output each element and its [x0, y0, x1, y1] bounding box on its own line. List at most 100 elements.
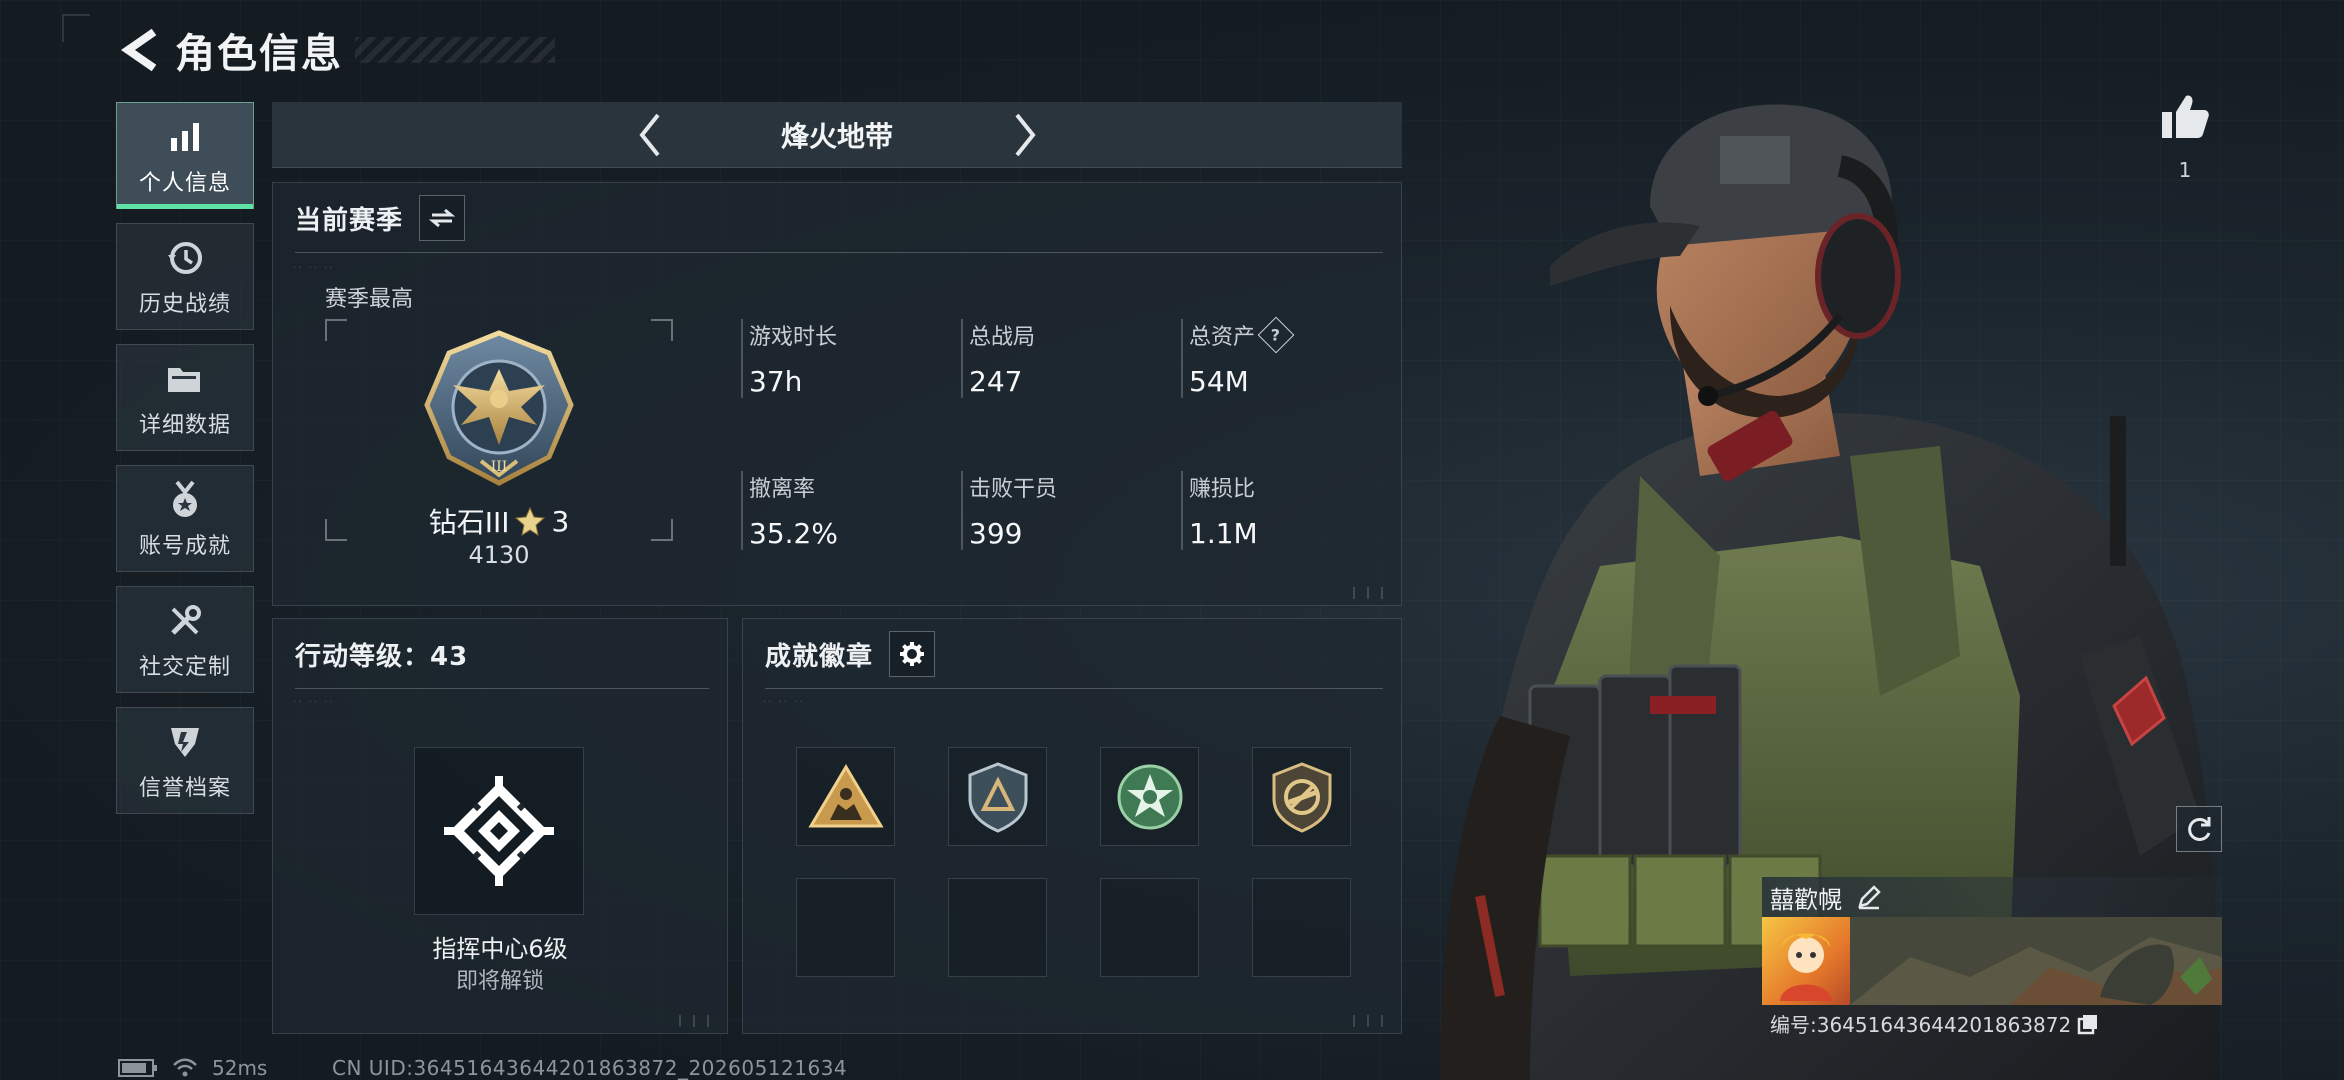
badge-slot-empty[interactable]: [796, 878, 895, 977]
decoration: ·· ·· ··: [293, 697, 335, 708]
stat-play-time: 游戏时长 37h: [741, 319, 837, 398]
diamond-rank-emblem-icon: III: [424, 330, 574, 486]
svg-text:III: III: [491, 459, 508, 475]
stat-label: 赚损比: [1189, 477, 1256, 502]
mode-prev-button[interactable]: [620, 105, 680, 165]
rotate-icon: [2188, 817, 2211, 841]
decoration: [1353, 1015, 1393, 1027]
decoration: ·· ·· ··: [763, 697, 805, 708]
sidebar-item-label: 社交定制: [138, 654, 231, 680]
stat-label: 游戏时长: [749, 325, 838, 350]
corner-decoration: [62, 14, 90, 42]
title-decoration: [355, 37, 555, 63]
mode-title: 烽火地带: [780, 119, 893, 153]
back-button[interactable]: [115, 25, 165, 75]
page-header: 角色信息: [115, 20, 555, 80]
player-banner[interactable]: [1762, 917, 2222, 1005]
stat-operators-defeated: 击败干员 399: [961, 471, 1057, 550]
badge-slot-empty[interactable]: [1100, 878, 1199, 977]
badge-slot-empty[interactable]: [1252, 878, 1351, 977]
stat-value: 1.1M: [1189, 517, 1258, 550]
badge-slot-empty[interactable]: [948, 878, 1047, 977]
gear-icon: [900, 642, 925, 666]
mode-selector: 烽火地带: [272, 102, 1402, 168]
chevron-right-icon: [1014, 113, 1036, 156]
stat-value: 247: [969, 365, 1023, 398]
edit-name-button[interactable]: [1856, 884, 1882, 910]
copy-uid-button[interactable]: [2077, 1013, 2099, 1035]
stat-label: 总资产: [1189, 325, 1256, 350]
player-name-card: 囍歡幌 编号:3645164364420186387​2: [1762, 877, 2222, 1038]
badge-slot[interactable]: [796, 747, 895, 846]
stat-value: 37h: [749, 365, 803, 398]
help-icon[interactable]: ?: [1257, 316, 1295, 354]
badges-panel-header: 成就徽章: [743, 619, 1401, 689]
stat-value: 54M: [1189, 365, 1249, 398]
rotate-model-button[interactable]: [2176, 806, 2222, 852]
stat-total-matches: 总战局 247: [961, 319, 1035, 398]
battery-icon: [118, 1059, 157, 1077]
season-title: 当前赛季: [295, 205, 404, 236]
badge-slot[interactable]: [948, 747, 1047, 846]
badge-slot[interactable]: [1252, 747, 1351, 846]
action-level-title: 行动等级：43: [295, 641, 469, 672]
like-button[interactable]: 1: [2152, 92, 2218, 182]
action-level-panel: 行动等级：43 ·· ·· ·· 指挥中心6级 即将解锁: [272, 618, 728, 1034]
rank-score: 4130: [468, 541, 530, 569]
command-center-tile[interactable]: [414, 747, 584, 915]
sidebar-item-history[interactable]: 历史战绩: [116, 223, 254, 330]
sidebar-item-label: 账号成就: [138, 533, 231, 559]
swap-icon: [429, 208, 456, 228]
sidebar-item-personal-info[interactable]: 个人信息: [116, 102, 254, 209]
badge-grid: [796, 747, 1351, 977]
sidebar-item-achievements[interactable]: 账号成就: [116, 465, 254, 572]
history-clock-icon: [163, 236, 207, 280]
command-center-emblem-icon: [444, 776, 554, 886]
sidebar-item-social-custom[interactable]: 社交定制: [116, 586, 254, 693]
name-row: 囍歡幌: [1762, 877, 2222, 917]
season-switch-button[interactable]: [419, 195, 466, 241]
green-star-badge-icon: [1117, 764, 1182, 829]
sidebar-nav: 个人信息 历史战绩 详细数据 账号成就 社交定制 信誉档案: [116, 102, 254, 828]
bar-chart-icon: [163, 115, 207, 159]
sidebar-item-label: 信誉档案: [138, 775, 231, 801]
sidebar-item-credit-record[interactable]: 信誉档案: [116, 707, 254, 814]
triangle-squad-badge-icon: [807, 763, 884, 827]
like-count: 1: [2178, 158, 2192, 182]
player-uid: 编号:3645164364420186387​2: [1770, 1013, 2072, 1037]
stat-extract-rate: 撤离率 35.2%: [741, 471, 838, 550]
achievement-badges-panel: 成就徽章 ·· ·· ··: [742, 618, 1402, 1034]
back-arrow-icon: [120, 28, 157, 72]
stat-label: 击败干员: [969, 477, 1058, 502]
folder-icon: [163, 357, 207, 401]
sidebar-item-detailed-data[interactable]: 详细数据: [116, 344, 254, 451]
season-best-label: 赛季最高: [325, 287, 414, 312]
page-title: 角色信息: [175, 31, 343, 77]
sidebar-item-label: 个人信息: [138, 170, 231, 196]
player-name: 囍歡幌: [1770, 885, 1842, 914]
thumbs-up-icon: [2162, 95, 2209, 138]
status-bar: 52ms: [118, 1056, 267, 1080]
stat-value: 399: [969, 517, 1023, 550]
credit-shield-icon: [163, 720, 207, 764]
ping-text: 52ms: [212, 1056, 268, 1080]
badge-settings-button[interactable]: [889, 631, 936, 677]
decoration: ·· ·· ··: [293, 263, 335, 274]
badges-title: 成就徽章: [765, 641, 874, 672]
divider: [295, 252, 1383, 253]
stat-label: 总战局: [969, 325, 1036, 350]
no-rifle-badge-icon: [1272, 761, 1331, 833]
stat-label: 撤离率: [749, 477, 816, 502]
season-panel: 当前赛季 ·· ·· ·· 赛季最高 III 钻石III 3 4130 游戏时长…: [272, 182, 1402, 606]
stat-profit-loss-ratio: 赚损比 1.1M: [1181, 471, 1258, 550]
wrench-icon: [163, 599, 207, 643]
mode-next-button[interactable]: [995, 105, 1055, 165]
divider: [295, 688, 709, 689]
decoration: [679, 1015, 719, 1027]
avatar[interactable]: [1762, 917, 1850, 1005]
sidebar-item-label: 历史战绩: [138, 291, 231, 317]
copy-icon: [2077, 1014, 2098, 1034]
avatar-portrait-icon: [1780, 933, 1832, 1001]
season-panel-header: 当前赛季: [273, 183, 1401, 253]
badge-slot[interactable]: [1100, 747, 1199, 846]
